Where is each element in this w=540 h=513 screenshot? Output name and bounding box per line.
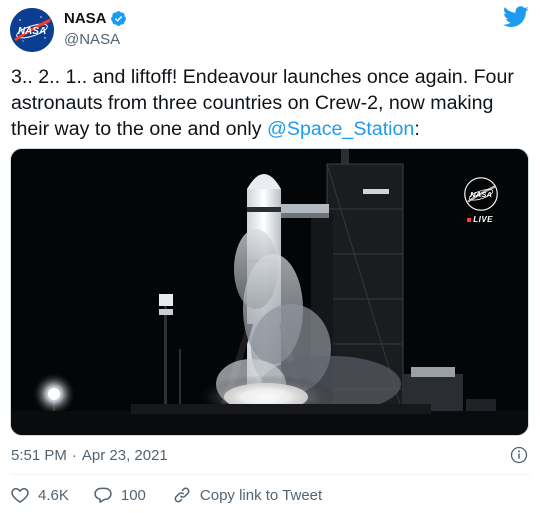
avatar[interactable]: NASA xyxy=(10,8,54,52)
twitter-bird-icon[interactable] xyxy=(503,6,529,28)
like-button[interactable]: 4.6K xyxy=(10,485,69,505)
tweet-body: 3.. 2.. 1.. and liftoff! Endeavour launc… xyxy=(11,66,514,140)
author-handle[interactable]: @NASA xyxy=(64,31,120,48)
mention-space-station-link[interactable]: @Space_Station xyxy=(267,118,414,140)
nasa-logo-overlay-icon: NASA xyxy=(464,177,498,211)
live-label: LIVE xyxy=(473,215,493,224)
live-badge: LIVE xyxy=(467,215,493,224)
reply-bubble-icon xyxy=(94,487,112,503)
tweet-card: NASA NASA @NASA 3.. 2.. 1.. and liftoff!… xyxy=(0,0,540,513)
timestamp-separator: · xyxy=(71,447,77,464)
launch-video-media[interactable]: NASA LIVE xyxy=(10,148,529,436)
author-name-row[interactable]: NASA xyxy=(64,10,127,27)
tweet-text: 3.. 2.. 1.. and liftoff! Endeavour launc… xyxy=(11,64,531,142)
reply-count: 100 xyxy=(120,486,146,504)
tweet-date[interactable]: Apr 23, 2021 xyxy=(82,447,168,464)
copy-link-label: Copy link to Tweet xyxy=(199,486,323,504)
tweet-text-tail: : xyxy=(414,118,420,140)
media-logo-text: NASA xyxy=(470,190,492,199)
tweet-actions: 4.6K 100 Copy link to Tweet xyxy=(10,485,322,505)
copy-link-button[interactable]: Copy link to Tweet xyxy=(172,485,322,505)
nasa-meatball-icon: NASA xyxy=(10,8,54,52)
tweet-time[interactable]: 5:51 PM xyxy=(11,447,67,464)
live-dot-icon xyxy=(467,217,472,222)
avatar-text: NASA xyxy=(18,26,46,37)
like-count: 4.6K xyxy=(38,486,69,504)
divider xyxy=(10,474,530,475)
verified-badge-icon xyxy=(110,11,126,26)
launch-scene-image xyxy=(11,149,528,435)
link-chain-icon xyxy=(174,487,190,503)
display-name[interactable]: NASA xyxy=(64,10,107,27)
reply-button[interactable]: 100 xyxy=(93,485,146,505)
info-icon[interactable] xyxy=(510,446,528,464)
tweet-timestamp[interactable]: 5:51 PM · Apr 23, 2021 xyxy=(11,447,168,464)
heart-icon xyxy=(11,487,29,503)
